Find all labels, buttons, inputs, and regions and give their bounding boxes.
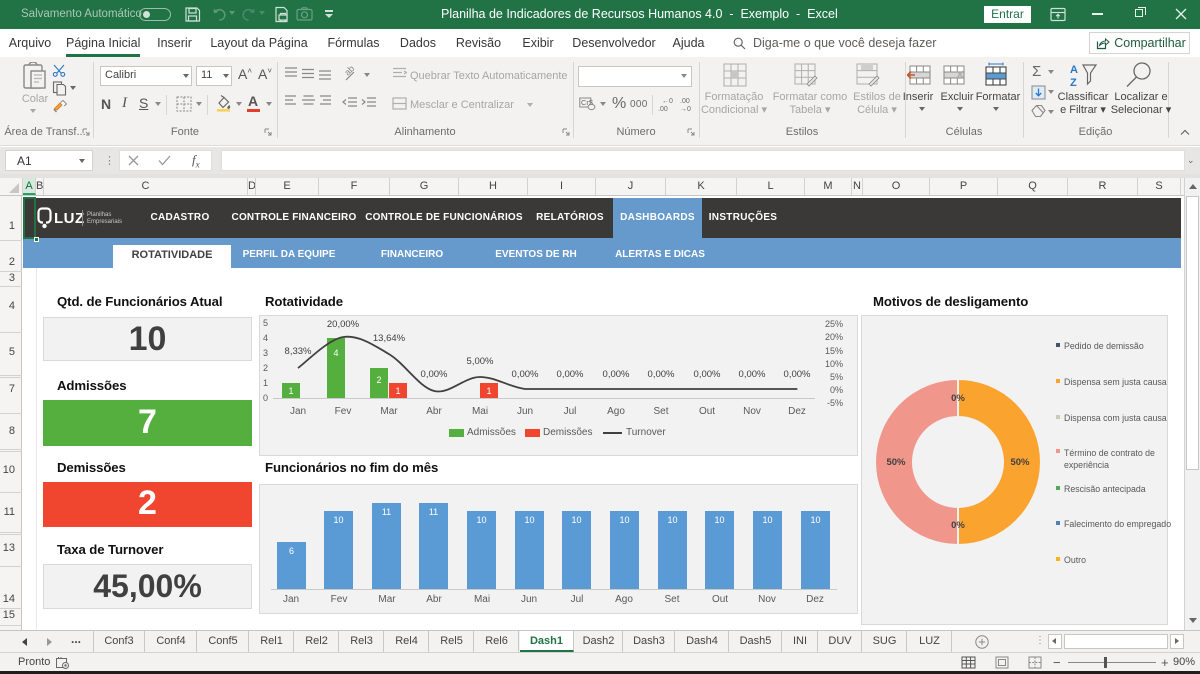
svg-text:.00: .00 bbox=[680, 98, 690, 105]
svg-text:A: A bbox=[1070, 64, 1078, 76]
svg-text:←0: ←0 bbox=[662, 98, 673, 105]
svg-text:→0: →0 bbox=[680, 106, 691, 112]
svg-text:Z: Z bbox=[1070, 77, 1077, 88]
svg-text:.00: .00 bbox=[658, 106, 668, 112]
svg-text:ab: ab bbox=[344, 66, 356, 78]
